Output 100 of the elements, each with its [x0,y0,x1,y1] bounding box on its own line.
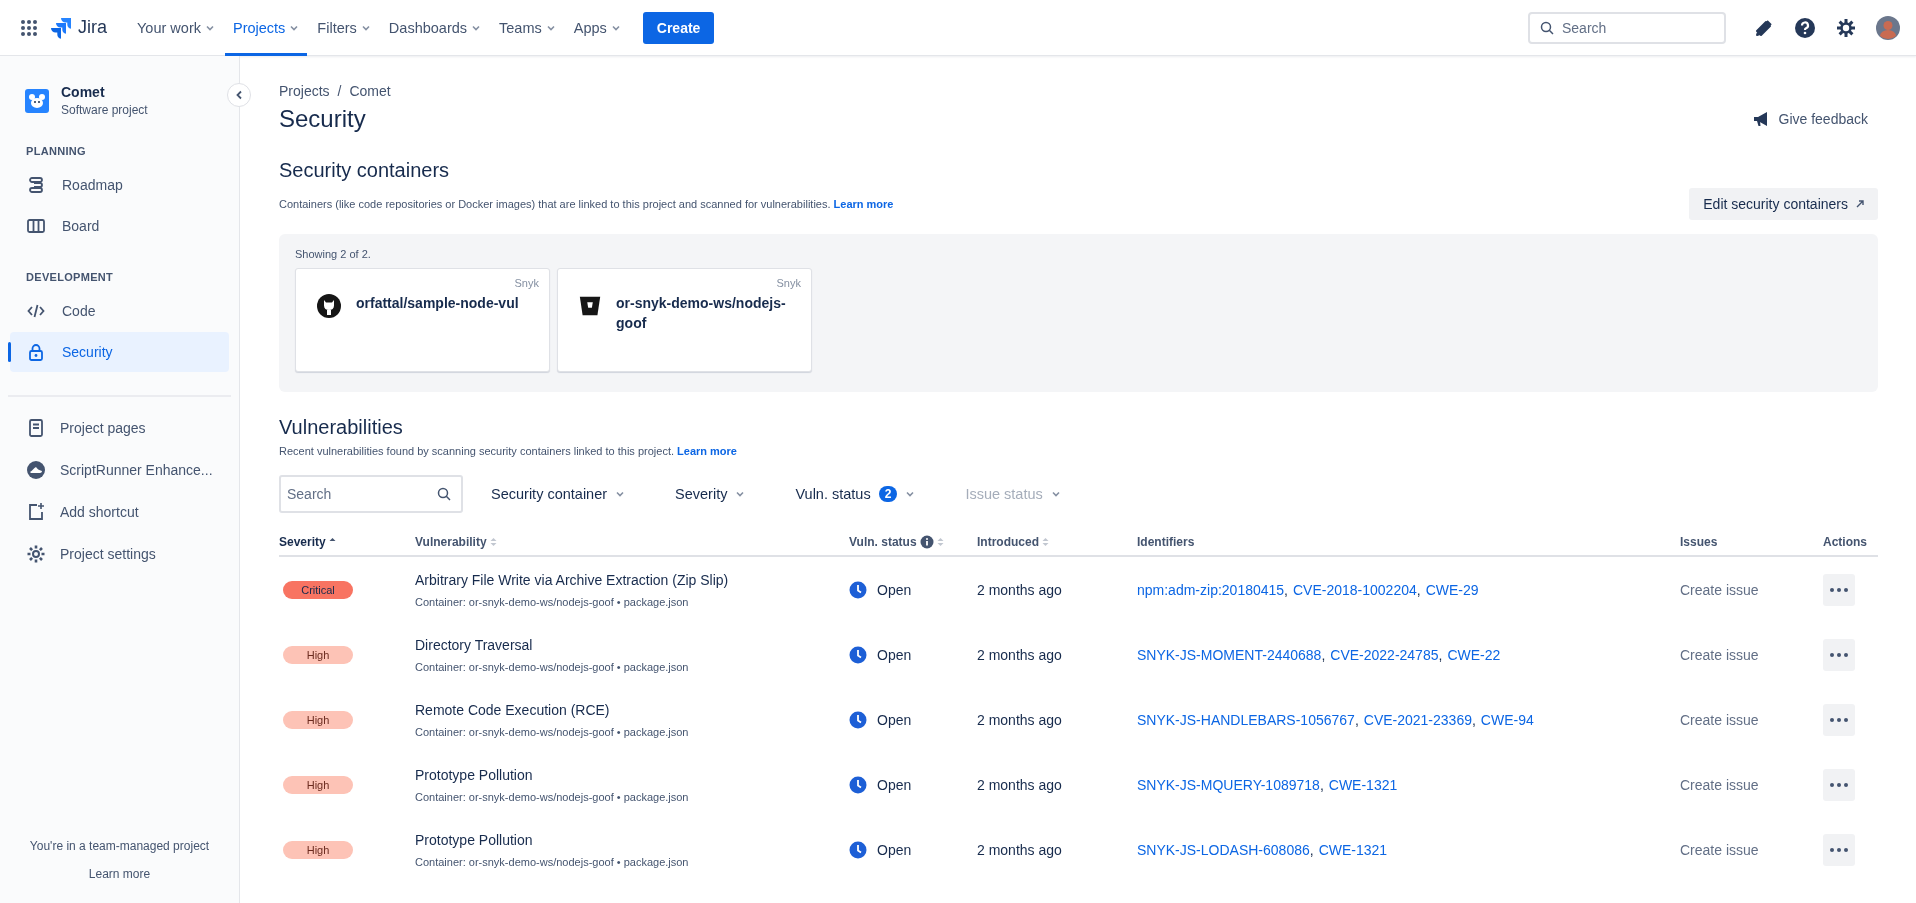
external-arrow-icon [1856,200,1864,208]
section-heading: PLANNING [25,145,87,157]
product-name[interactable]: Jira [78,17,107,38]
chevron-down-icon [615,489,626,499]
breadcrumb-link[interactable]: Projects [279,83,330,99]
nav-item[interactable]: Teams [491,0,564,56]
column-header[interactable]: Vulnerability [415,529,849,557]
introduced-text: 2 months ago [977,646,1062,663]
identifier-link[interactable]: SNYK-JS-LODASH-608086 [1137,841,1310,858]
info-icon[interactable] [919,535,934,549]
container-card[interactable]: Snyk orfattal/sample-node-vul [295,268,550,372]
actions-button[interactable] [1823,703,1855,736]
column-header[interactable]: Vuln. status [849,529,977,557]
logo-icon[interactable] [50,16,72,39]
vulnerability-title[interactable]: Arbitrary File Write via Archive Extraction (Zip Slip) [415,571,729,588]
column-header[interactable]: Issues [1680,529,1823,557]
column-header[interactable]: Severity [279,529,415,557]
location-text: Container: or-snyk-demo-ws/nodejs-goof • package.json [415,660,689,673]
search-field[interactable]: Search [279,475,463,513]
separator: , [1309,841,1314,858]
create-issue-link[interactable]: Create issue [1680,581,1759,598]
collapse-button[interactable] [227,83,251,107]
count-badge: 2 [878,486,898,502]
nav-item[interactable]: Your work [129,0,223,56]
filter-dropdown[interactable]: Vuln. status 2 [783,480,928,508]
more-icon [1830,652,1848,657]
identifier-link[interactable]: CWE-1321 [1318,841,1388,858]
avatar-icon[interactable] [1876,15,1900,40]
container-name[interactable]: or-snyk-demo-ws/nodejs-goof [616,293,801,333]
identifier-link[interactable]: CWE-29 [1425,581,1479,598]
filter-dropdown[interactable]: Security container [479,480,638,508]
edit-containers-button[interactable]: Edit security containers [1689,188,1878,220]
sidebar-item[interactable]: Roadmap [10,165,229,205]
identifier-link[interactable]: SNYK-JS-MQUERY-1089718 [1137,776,1320,793]
source-label: Snyk [776,277,801,289]
separator: , [1284,581,1288,598]
sidebar-item[interactable]: Security [10,332,229,372]
chevron-down-icon [1050,489,1061,499]
status-text: Open [877,581,912,598]
separator: , [1319,776,1324,793]
sidebar-item[interactable]: ScriptRunner Enhance... [10,449,229,490]
app-grid-icon[interactable] [20,18,38,37]
severity-badge: High [283,775,353,794]
vulnerability-title[interactable]: Directory Traversal [415,636,533,653]
severity-badge: High [283,710,353,729]
introduced-text: 2 months ago [977,581,1062,598]
learn-more-link[interactable]: Learn more [88,867,151,881]
actions-button[interactable] [1823,833,1855,866]
nav-item[interactable]: Filters [309,0,379,56]
identifier-link[interactable]: CWE-1321 [1328,776,1398,793]
identifier-link[interactable]: CVE-2018-1002204 [1293,581,1417,598]
sidebar-item[interactable]: Add shortcut [10,491,229,532]
vulnerability-title[interactable]: Remote Code Execution (RCE) [415,701,610,718]
actions-button[interactable] [1823,768,1855,801]
location-text: Container: or-snyk-demo-ws/nodejs-goof • package.json [415,790,689,803]
learn-more-link[interactable]: Learn more [677,445,737,457]
more-icon [1830,782,1848,787]
identifier-link[interactable]: SNYK-JS-HANDLEBARS-1056767 [1137,711,1355,728]
container-name[interactable]: orfattal/sample-node-vul [356,293,519,313]
create-issue-link[interactable]: Create issue [1680,711,1759,728]
nav-item[interactable]: Apps [565,0,629,56]
help-icon[interactable] [1794,16,1816,39]
section-description: Containers (like code repositories or Docker images) that are linked to this project and scanned for vulnerabilities. Learn more [279,198,894,210]
filter-dropdown[interactable]: Severity [663,480,758,508]
sidebar-item[interactable]: Board [10,206,229,246]
actions-button[interactable] [1823,638,1855,671]
identifier-link[interactable]: CWE-22 [1447,646,1501,663]
create-issue-link[interactable]: Create issue [1680,646,1759,663]
separator: , [1471,711,1476,728]
project-avatar-icon[interactable] [25,88,49,113]
status-text: Open [877,711,912,728]
nav-item[interactable]: Dashboards [380,0,490,56]
column-header[interactable]: Identifiers [1137,529,1680,557]
sidebar-item[interactable]: Code [10,291,229,331]
column-header[interactable]: Actions [1823,529,1878,557]
search-icon [1540,20,1554,35]
create-issue-link[interactable]: Create issue [1680,841,1759,858]
status-text: Open [877,646,912,663]
vulnerability-title[interactable]: Prototype Pollution [415,831,533,848]
search-field[interactable]: Search [1528,11,1726,44]
section-heading: DEVELOPMENT [25,271,115,283]
sidebar-item[interactable]: Project settings [10,533,229,574]
settings-icon [26,543,46,564]
breadcrumb-link[interactable]: Comet [349,83,391,99]
learn-more-link[interactable]: Learn more [833,198,894,210]
container-card[interactable]: Snyk or-snyk-demo-ws/nodejs-goof [557,268,812,372]
identifier-link[interactable]: CWE-94 [1480,711,1534,728]
sidebar-item[interactable]: Project pages [10,407,229,448]
introduced-text: 2 months ago [977,776,1062,793]
actions-button[interactable] [1823,573,1855,606]
settings-icon[interactable] [1836,17,1856,38]
section-title: Security containers [279,159,451,182]
source-label: Snyk [514,277,539,289]
location-text: Container: or-snyk-demo-ws/nodejs-goof • package.json [415,855,689,868]
create-button[interactable]: Create [642,11,715,44]
vulnerability-title[interactable]: Prototype Pollution [415,766,533,783]
create-issue-link[interactable]: Create issue [1680,776,1759,793]
feedback-button[interactable]: Give feedback [1742,107,1878,131]
identifier-link[interactable]: CVE-2021-23369 [1363,711,1472,728]
column-header[interactable]: Introduced [977,529,1137,557]
